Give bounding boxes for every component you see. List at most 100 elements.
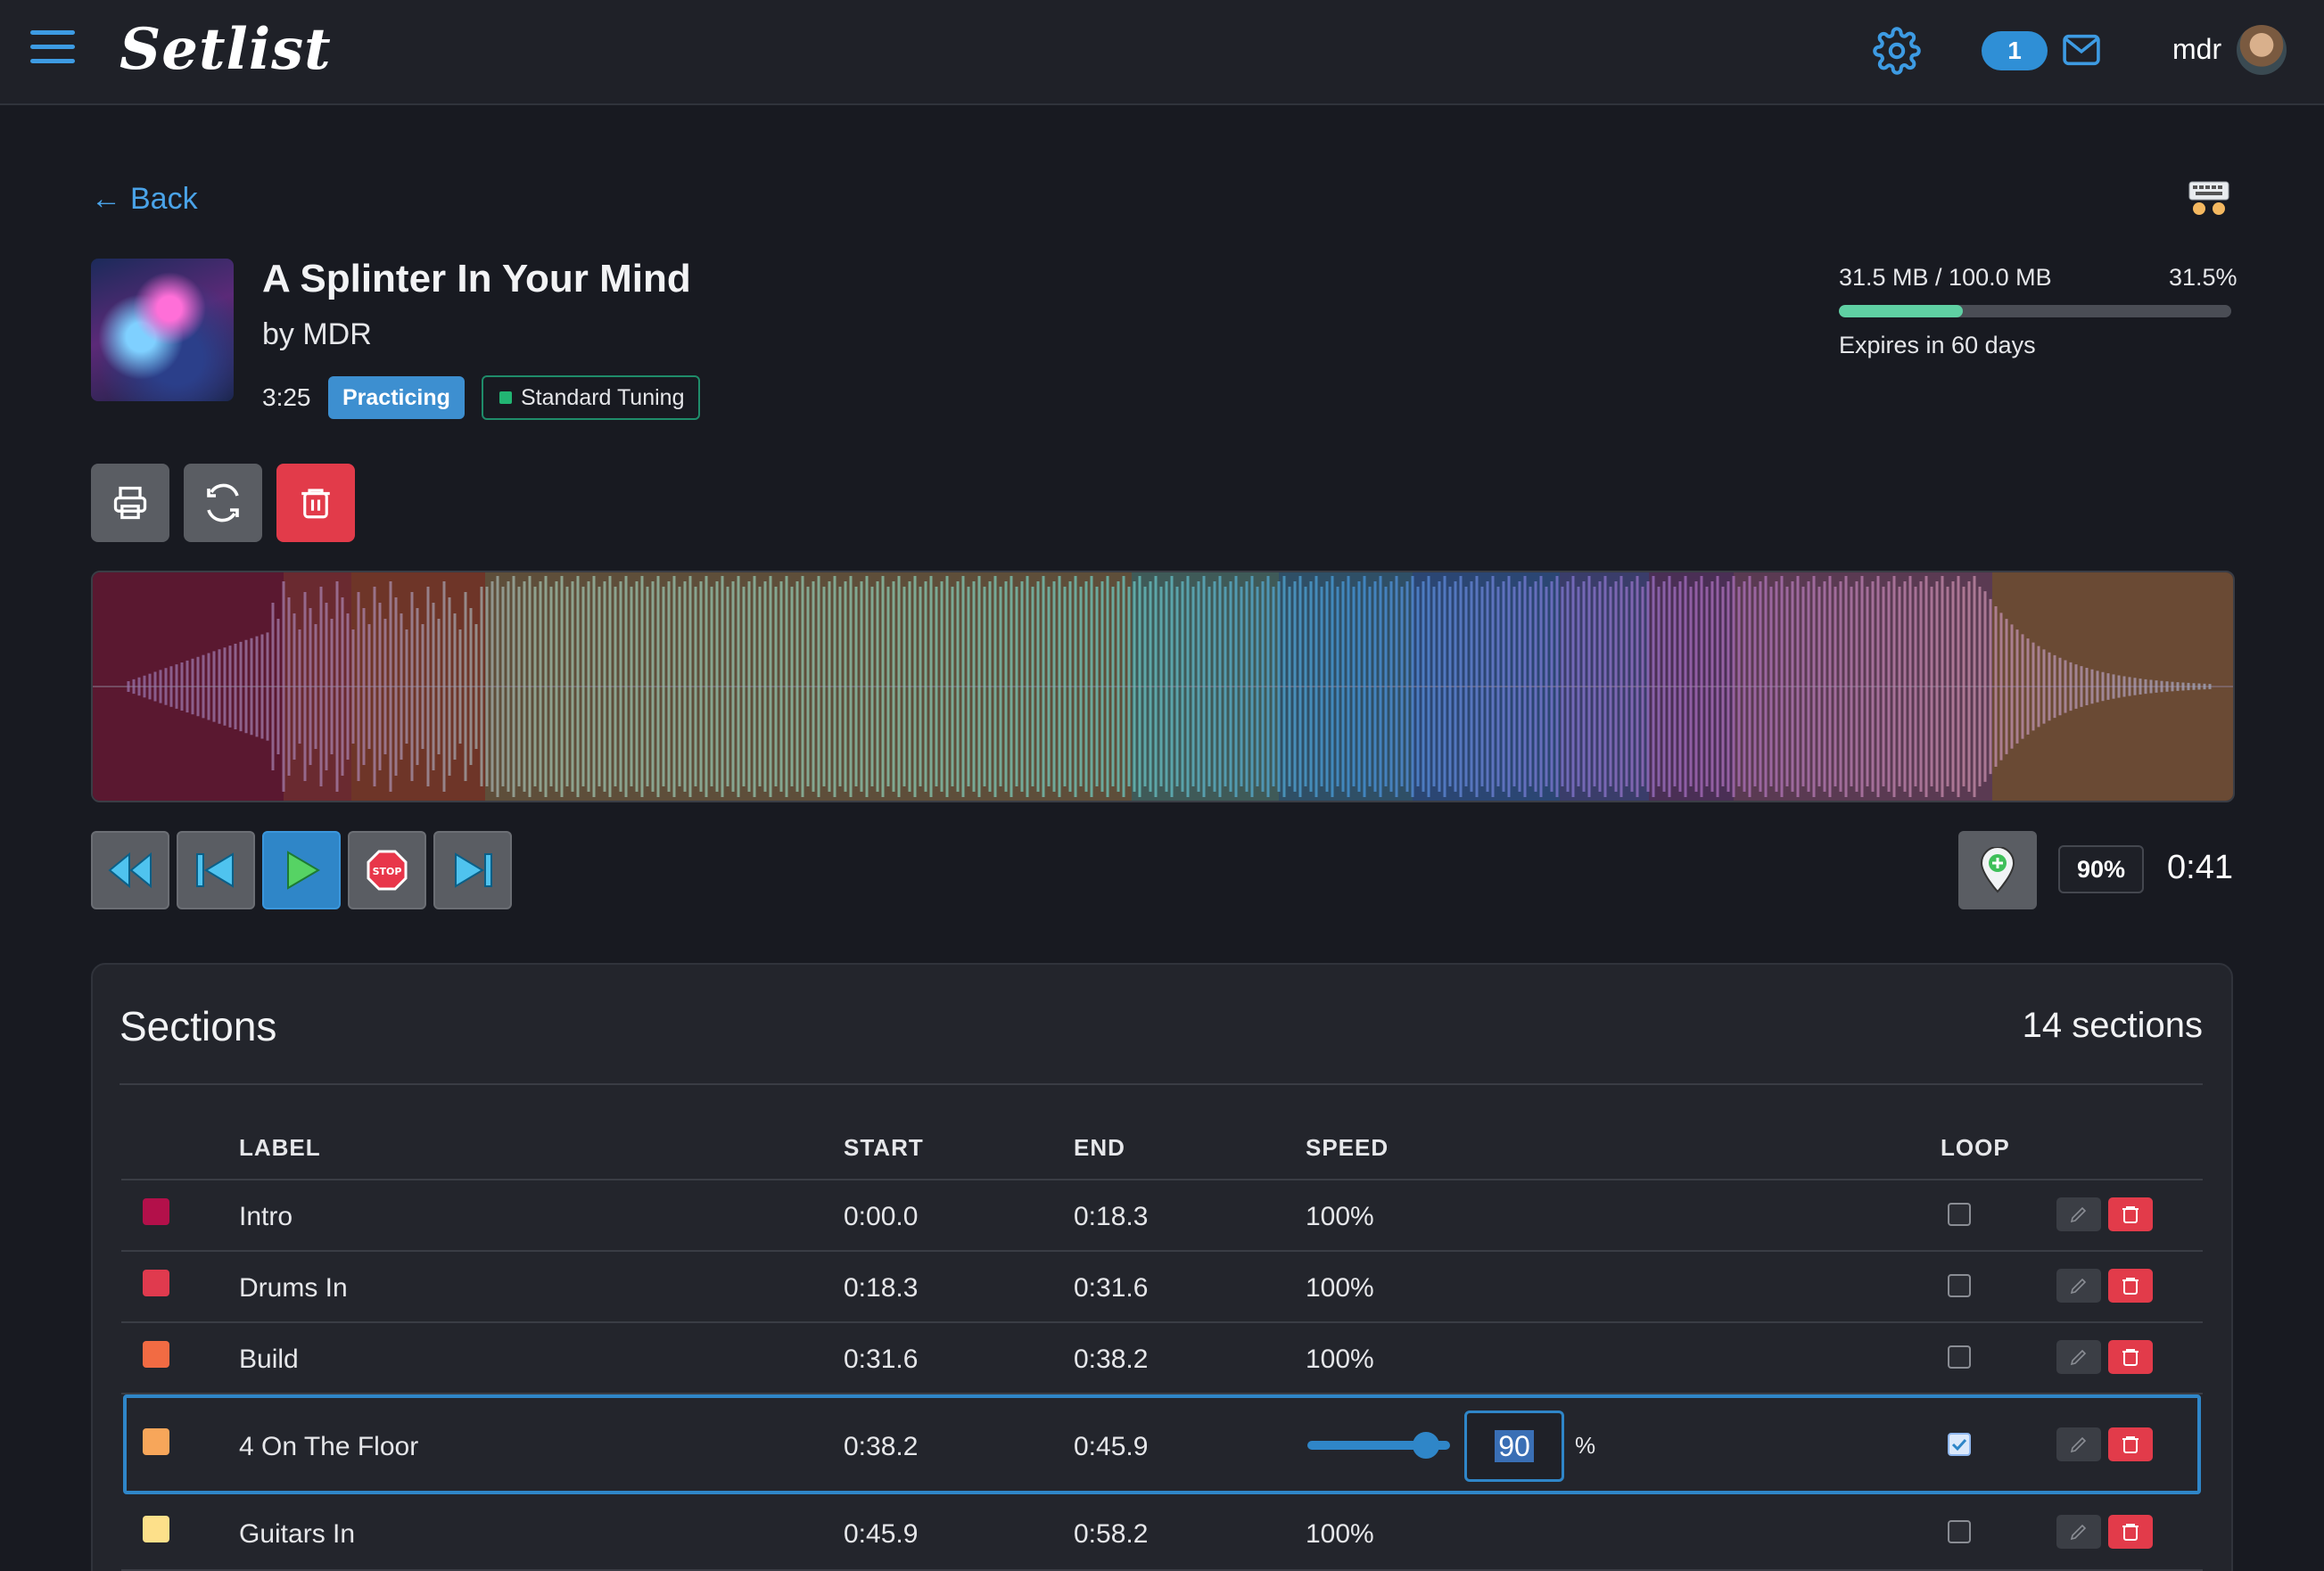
edit-section-button[interactable]	[2056, 1197, 2101, 1231]
top-navbar: Setlist 1 mdr	[0, 0, 2324, 105]
play-button[interactable]	[262, 831, 341, 909]
current-time: 0:41	[2167, 849, 2233, 886]
col-header-label[interactable]: LABEL	[239, 1134, 321, 1162]
loop-checkbox[interactable]	[1948, 1203, 1971, 1226]
table-row[interactable]	[121, 1500, 2203, 1571]
loop-checkbox[interactable]	[1948, 1433, 1971, 1456]
username[interactable]: mdr	[2172, 33, 2221, 66]
mail-icon[interactable]	[2062, 34, 2101, 66]
trash-icon	[301, 489, 330, 519]
avatar[interactable]	[2237, 25, 2287, 75]
speed-input-value: 90	[1495, 1430, 1534, 1462]
skip-forward-button[interactable]	[433, 831, 512, 909]
skip-back-icon	[196, 852, 234, 888]
stop-icon: STOP	[367, 850, 408, 891]
sync-icon	[207, 483, 239, 522]
brand-logo[interactable]: Setlist	[119, 16, 332, 83]
print-icon	[113, 486, 147, 520]
expiry-text: Expires in 60 days	[1839, 332, 2036, 358]
table-row-selected[interactable]	[123, 1394, 2201, 1494]
section-label: Drums In	[239, 1273, 348, 1303]
add-marker-icon	[1980, 847, 2015, 893]
table-row[interactable]	[121, 1180, 2203, 1252]
section-color-swatch[interactable]	[143, 1428, 169, 1455]
section-end: 0:18.3	[1074, 1202, 1149, 1231]
message-count-badge[interactable]: 1	[1982, 31, 2048, 70]
section-label: Guitars In	[239, 1519, 356, 1549]
section-start: 0:18.3	[844, 1273, 919, 1303]
section-label: Intro	[239, 1202, 293, 1231]
tuning-badge: Standard Tuning	[482, 375, 701, 420]
loop-checkbox[interactable]	[1948, 1345, 1971, 1369]
pencil-icon	[2070, 1349, 2087, 1366]
section-speed: 100%	[1306, 1345, 1374, 1374]
section-speed: 100%	[1306, 1273, 1374, 1303]
delete-section-button[interactable]	[2108, 1269, 2153, 1303]
skip-forward-icon	[455, 852, 492, 888]
waveform-canvas[interactable]	[93, 572, 2233, 801]
col-header-loop[interactable]: LOOP	[1941, 1134, 2010, 1162]
playback-speed-indicator[interactable]: 90%	[2058, 845, 2144, 893]
section-start: 0:00.0	[844, 1202, 919, 1231]
section-end: 0:45.9	[1074, 1432, 1149, 1461]
play-icon	[287, 851, 320, 890]
edit-section-button[interactable]	[2056, 1269, 2101, 1303]
song-title: A Splinter In Your Mind	[262, 257, 691, 300]
back-link[interactable]: ← Back	[91, 182, 198, 217]
keyboard-icon[interactable]	[2188, 180, 2229, 216]
section-end: 0:38.2	[1074, 1345, 1149, 1374]
pencil-icon	[2070, 1436, 2087, 1453]
speed-slider-thumb[interactable]	[1413, 1432, 1439, 1459]
section-color-swatch[interactable]	[143, 1341, 169, 1368]
section-label: 4 On The Floor	[239, 1432, 419, 1461]
sync-button[interactable]	[184, 464, 262, 542]
section-color-swatch[interactable]	[143, 1516, 169, 1542]
stop-button[interactable]: STOP	[348, 831, 426, 909]
delete-section-button[interactable]	[2108, 1197, 2153, 1231]
delete-section-button[interactable]	[2108, 1427, 2153, 1461]
sections-title: Sections	[119, 1003, 277, 1049]
col-header-speed[interactable]: SPEED	[1306, 1134, 1389, 1162]
delete-section-button[interactable]	[2108, 1340, 2153, 1374]
edit-section-button[interactable]	[2056, 1427, 2101, 1461]
trash-icon	[2122, 1349, 2139, 1366]
waveform[interactable]	[91, 571, 2235, 802]
storage-progress-bar	[1839, 305, 2231, 317]
section-speed: 100%	[1306, 1519, 1374, 1549]
trash-icon	[2122, 1206, 2139, 1223]
checkmark-icon	[1951, 1438, 1967, 1452]
rewind-button[interactable]	[91, 831, 169, 909]
delete-song-button[interactable]	[276, 464, 355, 542]
table-row[interactable]	[121, 1252, 2203, 1323]
loop-checkbox[interactable]	[1948, 1520, 1971, 1543]
sections-count: 14 sections	[2022, 1006, 2203, 1045]
skip-back-button[interactable]	[177, 831, 255, 909]
gear-icon[interactable]	[1873, 27, 1921, 75]
print-button[interactable]	[91, 464, 169, 542]
col-header-start[interactable]: START	[844, 1134, 924, 1162]
speed-unit: %	[1575, 1432, 1596, 1459]
loop-checkbox[interactable]	[1948, 1274, 1971, 1297]
col-header-end[interactable]: END	[1074, 1134, 1125, 1162]
svg-text:STOP: STOP	[373, 866, 402, 877]
trash-icon	[2122, 1278, 2139, 1295]
divider	[119, 1083, 2203, 1085]
section-color-swatch[interactable]	[143, 1198, 169, 1225]
edit-section-button[interactable]	[2056, 1515, 2101, 1549]
arrow-left-icon: ←	[91, 182, 121, 216]
table-row[interactable]	[121, 1323, 2203, 1394]
add-marker-button[interactable]	[1958, 831, 2037, 909]
pencil-icon	[2070, 1524, 2087, 1541]
edit-section-button[interactable]	[2056, 1340, 2101, 1374]
speed-input[interactable]: 90	[1464, 1411, 1564, 1482]
menu-icon[interactable]	[30, 30, 75, 70]
section-color-swatch[interactable]	[143, 1270, 169, 1296]
song-duration: 3:25	[262, 383, 311, 411]
section-start: 0:45.9	[844, 1519, 919, 1549]
section-start: 0:31.6	[844, 1345, 919, 1374]
pencil-icon	[2070, 1278, 2087, 1295]
tuning-label: Standard Tuning	[521, 385, 685, 410]
storage-usage: 31.5 MB / 100.0 MB	[1839, 264, 2052, 291]
delete-section-button[interactable]	[2108, 1515, 2153, 1549]
back-label: Back	[130, 182, 198, 216]
